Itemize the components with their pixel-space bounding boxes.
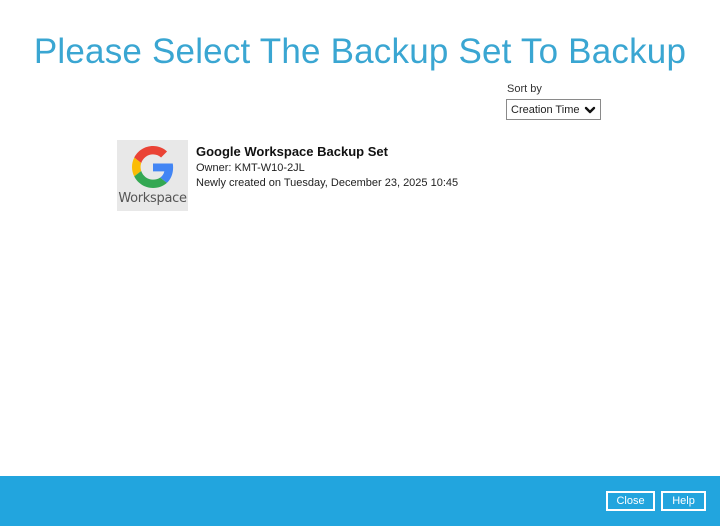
- backup-set-created: Newly created on Tuesday, December 23, 2…: [196, 177, 459, 189]
- close-button[interactable]: Close: [606, 491, 655, 511]
- backup-set-item[interactable]: Workspace Google Workspace Backup Set Ow…: [117, 140, 477, 212]
- sort-by-selected-value: Creation Time: [511, 103, 580, 116]
- backup-set-name: Google Workspace Backup Set: [196, 144, 388, 159]
- google-g-logo-icon: [132, 146, 174, 188]
- help-button[interactable]: Help: [661, 491, 706, 511]
- page-title: Please Select The Backup Set To Backup: [33, 32, 687, 71]
- sort-by-dropdown[interactable]: Creation Time: [506, 99, 601, 120]
- backup-set-owner: Owner: KMT-W10-2JL: [196, 162, 305, 174]
- google-workspace-icon: Workspace: [117, 140, 188, 211]
- sort-by-label: Sort by: [507, 83, 542, 95]
- chevron-down-icon: [584, 106, 596, 114]
- workspace-caption: Workspace: [118, 191, 187, 206]
